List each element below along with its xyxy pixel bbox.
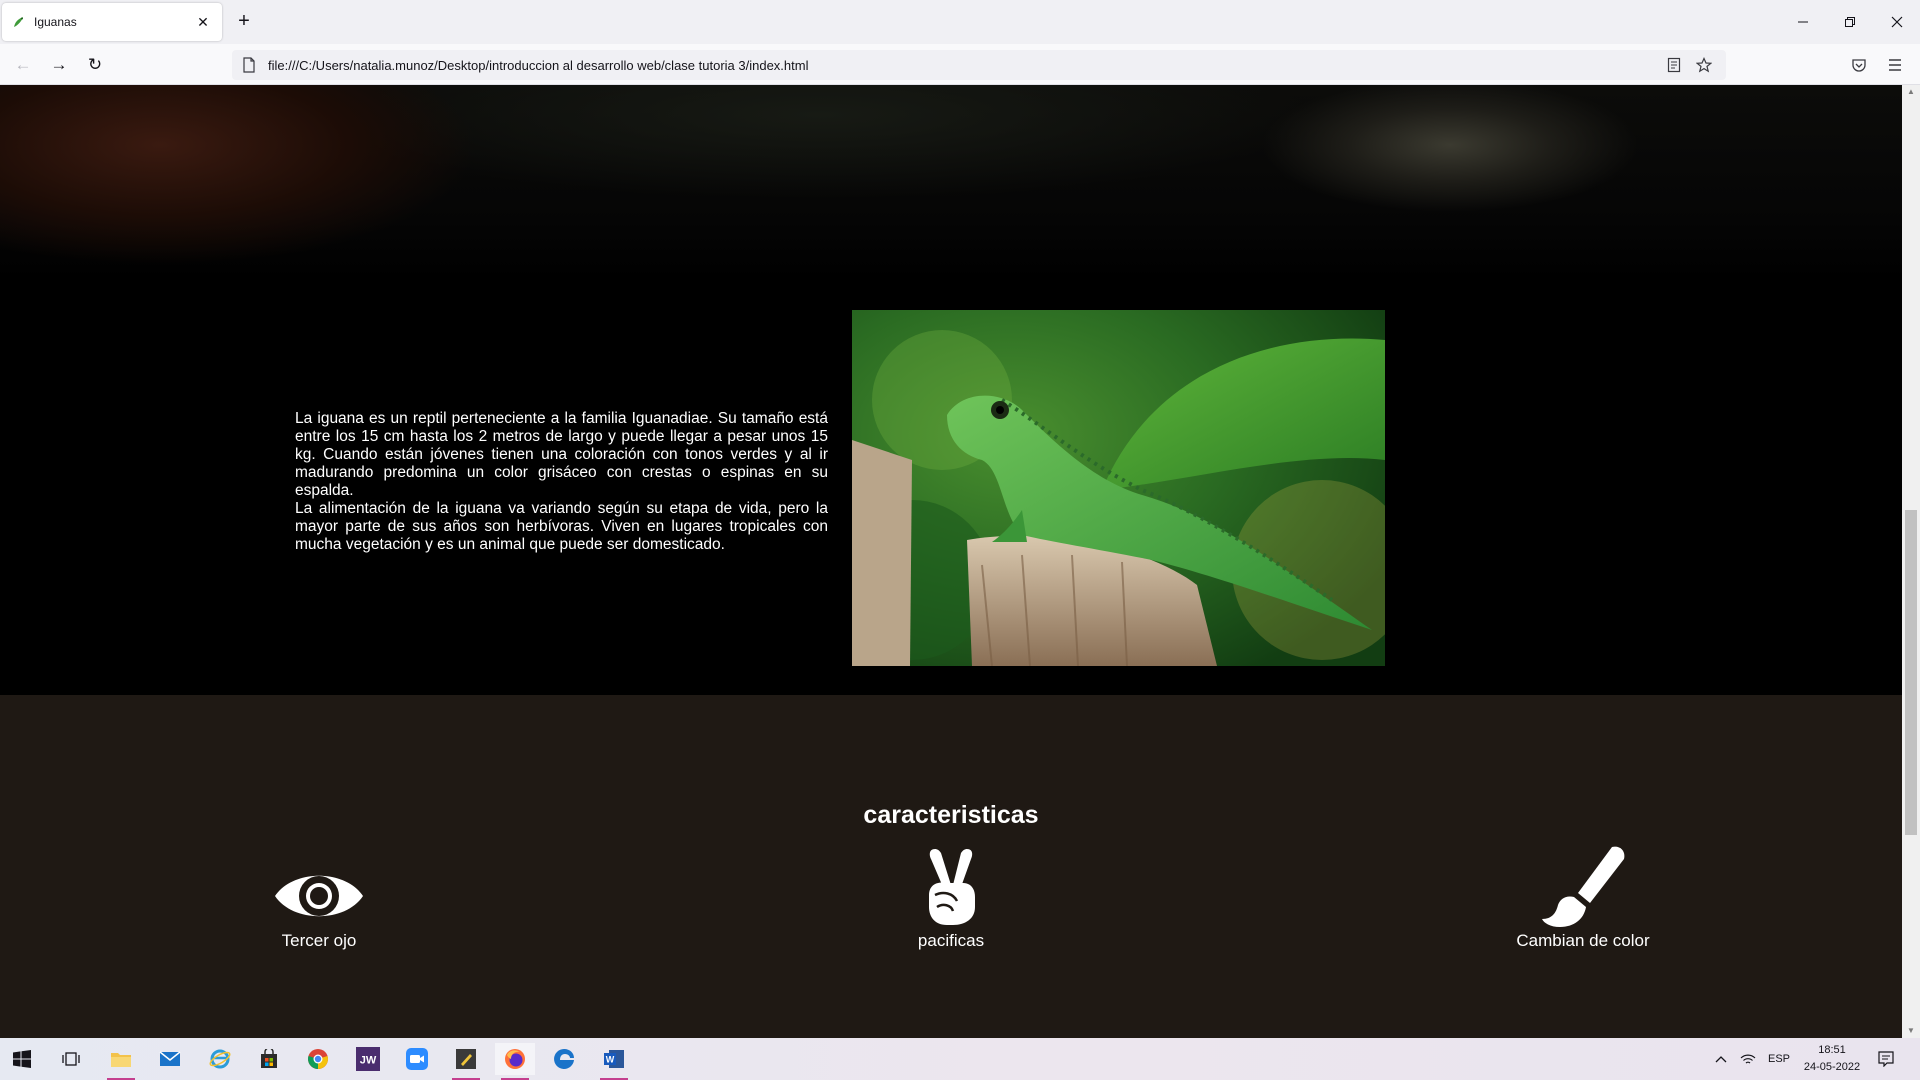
restore-icon (1845, 17, 1855, 27)
forward-button[interactable]: → (46, 52, 72, 78)
intro-text: La iguana es un reptil perteneciente a l… (295, 410, 828, 554)
minimize-button[interactable] (1780, 0, 1826, 44)
word-icon[interactable]: W (594, 1043, 634, 1080)
tab-title: Iguanas (34, 15, 77, 29)
notifications-icon[interactable] (1878, 1038, 1894, 1080)
notes-icon[interactable] (446, 1043, 486, 1080)
svg-text:JW: JW (360, 1055, 377, 1067)
eye-icon (199, 845, 439, 927)
scroll-down-icon[interactable]: ▼ (1902, 1024, 1920, 1038)
reload-icon: ↻ (87, 55, 103, 74)
intro-paragraph: La alimentación de la iguana va variando… (295, 500, 828, 553)
minimize-icon (1798, 21, 1808, 23)
pocket-button[interactable] (1846, 52, 1872, 78)
forward-arrow-icon: → (50, 55, 68, 74)
pocket-icon (1852, 59, 1866, 72)
jw-icon[interactable]: JW (348, 1043, 388, 1075)
feature-label: Cambian de color (1516, 931, 1650, 950)
url-text[interactable]: file:///C:/Users/natalia.munoz/Desktop/i… (268, 58, 1656, 73)
svg-text:W: W (606, 1055, 615, 1065)
internet-explorer-icon[interactable] (200, 1043, 240, 1075)
back-arrow-icon: ← (14, 55, 32, 74)
mail-icon[interactable] (150, 1043, 190, 1075)
feature-item: Cambian de color (1463, 845, 1703, 951)
feature-label: pacificas (917, 931, 985, 950)
clock-time: 18:51 (1818, 1044, 1846, 1056)
reload-button[interactable]: ↻ (82, 52, 108, 78)
intro-paragraph: La iguana es un reptil perteneciente a l… (295, 410, 828, 499)
hero-background-image (0, 85, 1902, 280)
store-icon[interactable] (249, 1043, 289, 1075)
windows-start-icon[interactable] (2, 1043, 42, 1075)
features-section: caracteristicas Tercer ojo pacificas Cam… (0, 695, 1902, 1038)
close-icon (1891, 16, 1903, 28)
chrome-icon[interactable] (298, 1043, 338, 1075)
feature-item: Tercer ojo (199, 845, 439, 951)
browser-tab-iguanas[interactable]: Iguanas ✕ (2, 3, 222, 41)
browser-tab-bar: Iguanas ✕ + (0, 0, 1920, 44)
wifi-icon[interactable] (1740, 1038, 1756, 1080)
close-window-button[interactable] (1874, 0, 1920, 44)
back-button[interactable]: ← (10, 52, 36, 78)
bookmark-star-icon[interactable] (1692, 53, 1716, 77)
iguana-photo (852, 310, 1385, 666)
page-icon (243, 57, 255, 73)
feature-item: pacificas (831, 845, 1071, 951)
paintbrush-icon (1463, 845, 1703, 927)
file-explorer-icon[interactable] (101, 1043, 141, 1080)
scroll-up-icon[interactable]: ▲ (1902, 85, 1920, 99)
tab-close-icon[interactable]: ✕ (194, 14, 212, 31)
browser-nav-bar: ← → ↻ file:///C:/Users/natalia.munoz/Des… (0, 44, 1920, 85)
restore-button[interactable] (1827, 0, 1873, 44)
windows-taskbar: JW W ESP 18:51 24-05-2022 (0, 1038, 1920, 1080)
hamburger-menu-icon (1889, 59, 1901, 71)
vertical-scrollbar[interactable]: ▲ ▼ (1902, 85, 1920, 1038)
intro-section: La iguana es un reptil perteneciente a l… (0, 280, 1902, 695)
firefox-icon[interactable] (495, 1043, 535, 1080)
features-title: caracteristicas (863, 801, 1039, 829)
task-view-icon[interactable] (51, 1043, 91, 1075)
page-viewport: La iguana es un reptil perteneciente a l… (0, 85, 1920, 1038)
zoom-icon[interactable] (397, 1043, 437, 1075)
reader-view-icon[interactable] (1662, 53, 1686, 77)
iguana-favicon-icon (12, 15, 26, 29)
address-bar[interactable]: file:///C:/Users/natalia.munoz/Desktop/i… (232, 50, 1726, 80)
show-hidden-icons-icon[interactable] (1715, 1038, 1727, 1080)
feature-label: Tercer ojo (281, 931, 357, 950)
scrollbar-thumb[interactable] (1905, 510, 1917, 835)
clock-date: 24-05-2022 (1803, 1061, 1861, 1073)
peace-hand-icon (831, 845, 1071, 927)
language-indicator[interactable]: ESP (1768, 1038, 1790, 1080)
new-tab-button[interactable]: + (232, 10, 256, 34)
clock[interactable]: 18:51 24-05-2022 (1790, 1042, 1874, 1076)
app-menu-button[interactable] (1882, 52, 1908, 78)
edge-icon[interactable] (544, 1043, 584, 1075)
